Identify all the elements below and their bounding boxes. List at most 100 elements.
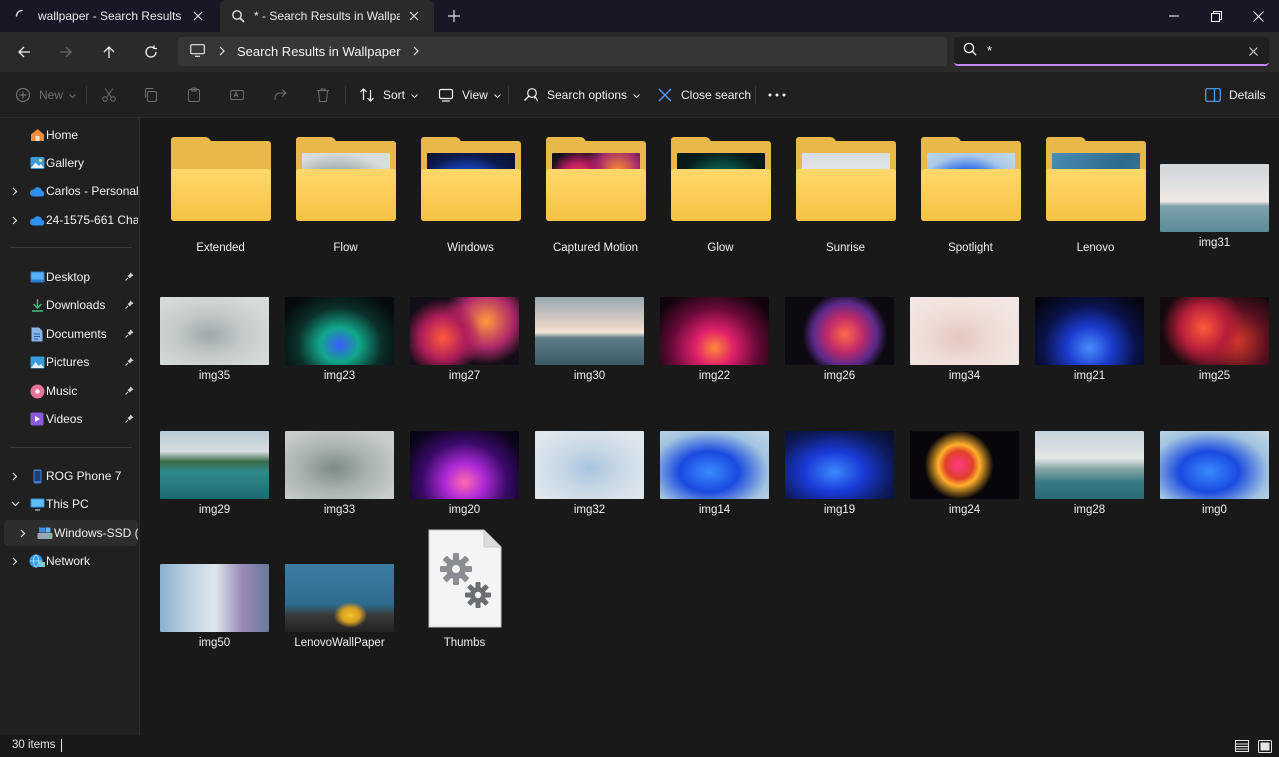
details-button[interactable]: Details: [1204, 81, 1266, 109]
chevron-down-icon[interactable]: [9, 501, 21, 507]
restore-button[interactable]: [1196, 0, 1236, 32]
search-options-button[interactable]: Search options: [522, 81, 640, 109]
folder-item[interactable]: Glow: [647, 123, 771, 254]
sidebar-item-this-pc[interactable]: This PC: [0, 491, 140, 517]
image-item[interactable]: img50: [141, 518, 269, 649]
image-item[interactable]: img27: [391, 251, 519, 382]
sidebar-item-documents[interactable]: Documents: [0, 321, 140, 347]
folder-item[interactable]: Lenovo: [1022, 123, 1146, 254]
paste-button[interactable]: [185, 81, 210, 109]
search-input[interactable]: [987, 43, 1237, 58]
image-item[interactable]: img19: [766, 385, 894, 516]
cut-button[interactable]: [100, 81, 125, 109]
chevron-right-icon[interactable]: [219, 45, 225, 59]
tab-wallpaper[interactable]: wallpaper - Search Results in W: [0, 0, 218, 32]
breadcrumb[interactable]: Search Results in Wallpaper: [237, 44, 401, 59]
sort-button[interactable]: Sort: [358, 81, 418, 109]
sidebar-item-onedrive-work[interactable]: 24-1575-661 Charle: [0, 207, 140, 233]
image-item[interactable]: img21: [1016, 251, 1144, 382]
sidebar-item-music[interactable]: Music: [0, 378, 140, 404]
forward-button[interactable]: [52, 38, 80, 66]
minimize-button[interactable]: [1154, 0, 1194, 32]
share-button[interactable]: [271, 81, 296, 109]
delete-button[interactable]: [314, 81, 339, 109]
image-item[interactable]: img24: [891, 385, 1019, 516]
large-icons-view-button[interactable]: [1257, 738, 1273, 754]
image-item[interactable]: img25: [1141, 251, 1269, 382]
image-thumbnail: [285, 431, 394, 499]
folder-item[interactable]: Captured Motion: [522, 123, 646, 254]
pin-icon[interactable]: [125, 355, 134, 369]
image-item[interactable]: img0: [1141, 385, 1269, 516]
rename-icon: [228, 86, 246, 104]
pin-icon[interactable]: [125, 270, 134, 284]
close-search-button[interactable]: Close search: [656, 81, 751, 109]
back-button[interactable]: [10, 38, 38, 66]
close-tab-icon[interactable]: [190, 8, 206, 24]
sidebar-item-network[interactable]: Network: [0, 548, 140, 574]
image-item[interactable]: img31: [1141, 118, 1269, 249]
sidebar-item-desktop[interactable]: Desktop: [0, 264, 140, 290]
rename-button[interactable]: [228, 81, 253, 109]
image-item[interactable]: img28: [1016, 385, 1144, 516]
chevron-right-icon[interactable]: [9, 216, 21, 225]
chevron-right-icon[interactable]: [9, 557, 21, 566]
sidebar-item-videos[interactable]: Videos: [0, 406, 140, 432]
chevron-right-icon[interactable]: [17, 529, 29, 538]
folder-item[interactable]: Extended: [147, 123, 271, 254]
image-item[interactable]: img26: [766, 251, 894, 382]
more-icon: [768, 86, 786, 104]
details-view-button[interactable]: [1234, 738, 1250, 754]
view-label: View: [462, 88, 488, 102]
sidebar-item-rog-phone[interactable]: ROG Phone 7: [0, 463, 140, 489]
image-item[interactable]: img34: [891, 251, 1019, 382]
image-item[interactable]: img20: [391, 385, 519, 516]
image-item[interactable]: img33: [266, 385, 394, 516]
image-item[interactable]: img22: [641, 251, 769, 382]
new-button[interactable]: New: [14, 81, 76, 109]
image-item[interactable]: img14: [641, 385, 769, 516]
sidebar-item-gallery[interactable]: Gallery: [0, 150, 140, 176]
search-box[interactable]: [954, 37, 1269, 66]
new-tab-button[interactable]: [444, 6, 464, 26]
folder-item[interactable]: Flow: [272, 123, 396, 254]
tab-search-results[interactable]: * - Search Results in Wallpape: [220, 0, 434, 32]
image-item[interactable]: img35: [141, 251, 269, 382]
sidebar-item-onedrive-personal[interactable]: Carlos - Personal: [0, 178, 140, 204]
pc-icon: [29, 496, 45, 512]
copy-button[interactable]: [142, 81, 167, 109]
divider: [755, 86, 756, 104]
sidebar-item-windows-ssd[interactable]: Windows-SSD (C:): [4, 520, 138, 546]
image-item[interactable]: img30: [516, 251, 644, 382]
sidebar-item-home[interactable]: Home: [0, 122, 140, 148]
chevron-right-icon[interactable]: [413, 45, 419, 59]
folder-item[interactable]: Spotlight: [897, 123, 1021, 254]
folder-item[interactable]: Windows: [397, 123, 521, 254]
sidebar-item-downloads[interactable]: Downloads: [0, 292, 140, 318]
chevron-right-icon[interactable]: [9, 472, 21, 481]
onedrive-icon: [29, 212, 45, 228]
pin-icon[interactable]: [125, 384, 134, 398]
image-item[interactable]: img23: [266, 251, 394, 382]
scissors-icon: [100, 86, 118, 104]
pin-icon[interactable]: [125, 412, 134, 426]
pin-icon[interactable]: [125, 298, 134, 312]
divider: [10, 447, 132, 448]
folder-item[interactable]: Sunrise: [772, 123, 896, 254]
new-label: New: [39, 88, 64, 102]
image-item[interactable]: LenovoWallPaper: [266, 518, 394, 649]
more-options-button[interactable]: [768, 81, 793, 109]
image-item[interactable]: img32: [516, 385, 644, 516]
address-bar[interactable]: Search Results in Wallpaper: [178, 37, 947, 66]
close-tab-icon[interactable]: [406, 8, 422, 24]
image-item[interactable]: img29: [141, 385, 269, 516]
close-window-button[interactable]: [1238, 0, 1278, 32]
view-button[interactable]: View: [437, 81, 501, 109]
chevron-right-icon[interactable]: [9, 187, 21, 196]
pin-icon[interactable]: [125, 327, 134, 341]
refresh-button[interactable]: [137, 38, 165, 66]
up-button[interactable]: [95, 38, 123, 66]
system-file-item[interactable]: Thumbs: [391, 518, 513, 649]
sidebar-item-pictures[interactable]: Pictures: [0, 349, 140, 375]
clear-search-icon[interactable]: [1245, 43, 1261, 59]
